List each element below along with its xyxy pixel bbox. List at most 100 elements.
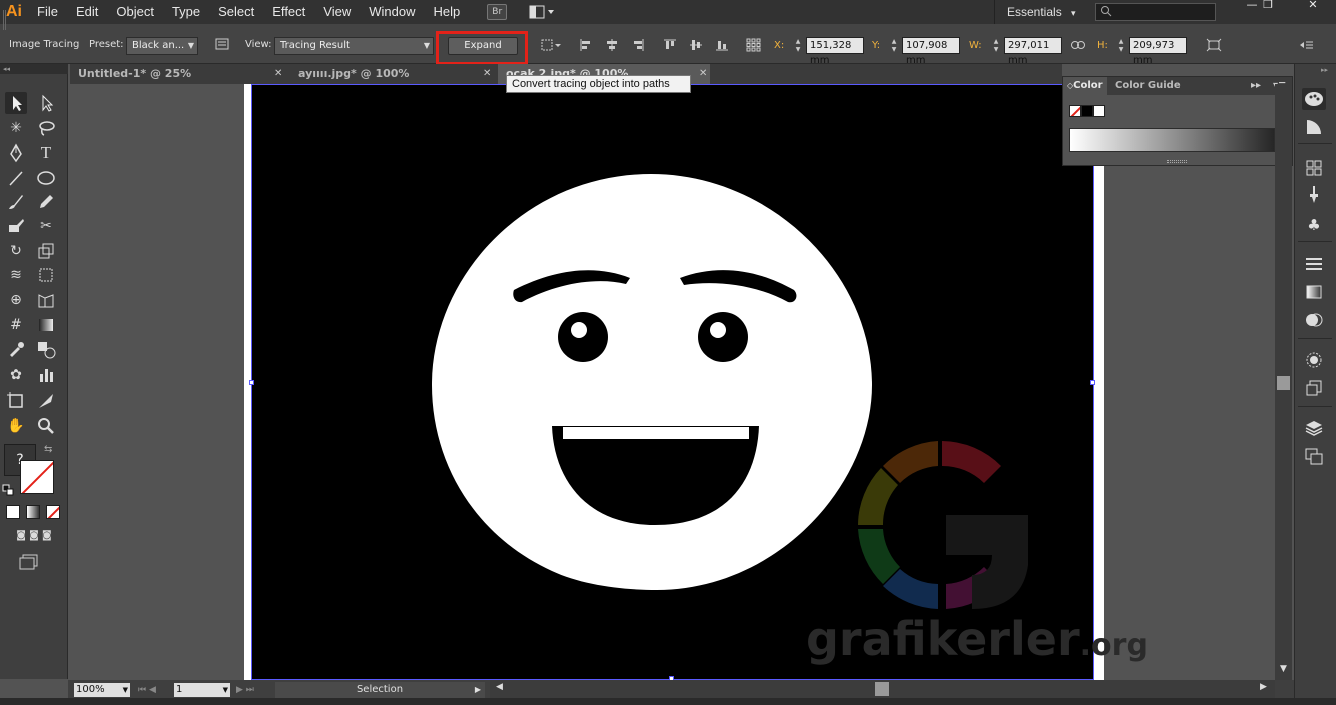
align-bottom-icon[interactable]: [714, 38, 730, 52]
y-stepper[interactable]: ▲ ▼: [889, 38, 899, 54]
h-stepper[interactable]: ▲ ▼: [1116, 38, 1126, 54]
menu-select[interactable]: Select: [209, 0, 263, 24]
swatches-icon[interactable]: [1302, 158, 1326, 180]
menu-window[interactable]: Window: [360, 0, 424, 24]
align-center-icon[interactable]: [604, 38, 620, 52]
color-guide-icon[interactable]: [1302, 116, 1326, 138]
free-transform-tool-icon[interactable]: [35, 264, 57, 286]
gradient-mode-icon[interactable]: [26, 505, 40, 519]
constrain-link-icon[interactable]: [1070, 38, 1086, 52]
pencil-tool-icon[interactable]: [35, 191, 57, 213]
menu-edit[interactable]: Edit: [67, 0, 107, 24]
shape-builder-tool-icon[interactable]: ⊕: [5, 289, 27, 311]
pen-tool-icon[interactable]: [5, 142, 27, 164]
graphic-styles-icon[interactable]: [1302, 378, 1326, 400]
scissors-tool-icon[interactable]: ✂: [35, 215, 57, 237]
default-colors-icon[interactable]: [2, 484, 14, 496]
bounding-box-handle[interactable]: [249, 380, 254, 385]
trace-panel-icon[interactable]: [214, 38, 230, 52]
blend-tool-icon[interactable]: [35, 338, 57, 360]
horizontal-scroll-thumb[interactable]: [875, 682, 889, 696]
stroke-swatch[interactable]: [20, 460, 54, 494]
bounding-box-handle[interactable]: [1090, 380, 1095, 385]
ellipse-tool-icon[interactable]: [35, 167, 57, 189]
restore-button[interactable]: ❐: [1253, 0, 1283, 12]
lasso-tool-icon[interactable]: [35, 117, 57, 139]
white-swatch[interactable]: [1093, 105, 1105, 117]
tab-close-icon[interactable]: ✕: [483, 64, 491, 84]
rotate-tool-icon[interactable]: ↻: [5, 240, 27, 262]
preset-dropdown[interactable]: Black an... ▼: [126, 37, 198, 55]
selection-tool-icon[interactable]: [5, 92, 27, 114]
menu-view[interactable]: View: [314, 0, 360, 24]
gradient-tool-icon[interactable]: [35, 314, 57, 336]
transform-icon[interactable]: [540, 38, 562, 52]
color-panel-icon[interactable]: [1302, 88, 1326, 110]
color-mode-icon[interactable]: [6, 505, 20, 519]
vertical-scroll-thumb[interactable]: [1277, 376, 1290, 390]
line-tool-icon[interactable]: [5, 167, 27, 189]
tab-color[interactable]: ◇Color: [1063, 77, 1107, 95]
drawing-modes-icon[interactable]: ◙ ◙ ◙: [4, 527, 64, 545]
tab-close-icon[interactable]: ✕: [699, 64, 707, 84]
magic-wand-tool-icon[interactable]: ✳: [5, 117, 27, 139]
w-field[interactable]: 297,011 mm: [1004, 37, 1062, 66]
mesh-tool-icon[interactable]: #: [5, 314, 27, 336]
artboard-tool-icon[interactable]: [5, 390, 27, 412]
menu-object[interactable]: Object: [107, 0, 163, 24]
zoom-field[interactable]: 100% ▼: [74, 683, 130, 697]
layers-icon[interactable]: [1302, 418, 1326, 440]
menu-type[interactable]: Type: [163, 0, 209, 24]
page-field[interactable]: 1 ▼: [174, 683, 230, 697]
none-swatch[interactable]: [1069, 105, 1081, 117]
align-right-icon[interactable]: [630, 38, 646, 52]
tab-ayiii[interactable]: ayıııı.jpg* @ 100% (RGB/Preview): [290, 64, 500, 100]
scroll-left-icon[interactable]: ◀: [496, 682, 506, 696]
menu-help[interactable]: Help: [424, 0, 469, 24]
arrange-documents-button[interactable]: [529, 4, 555, 20]
artboards-icon[interactable]: [1302, 446, 1326, 468]
search-input[interactable]: [1095, 3, 1216, 21]
screen-mode-icon[interactable]: [17, 552, 43, 572]
paintbrush-tool-icon[interactable]: [5, 191, 27, 213]
panel-menu-icon[interactable]: [1298, 38, 1314, 52]
tab-color-guide[interactable]: Color Guide: [1115, 77, 1181, 95]
menu-file[interactable]: File: [28, 0, 67, 24]
warp-tool-icon[interactable]: ≋: [5, 264, 27, 286]
swap-colors-icon[interactable]: ⇆: [44, 444, 58, 456]
traced-image[interactable]: [251, 84, 1094, 680]
menu-effect[interactable]: Effect: [263, 0, 314, 24]
artboard-nav-prev-icons[interactable]: ⏮ ◀: [138, 683, 174, 697]
type-tool-icon[interactable]: T: [35, 142, 57, 164]
zoom-tool-icon[interactable]: [35, 415, 57, 437]
slice-tool-icon[interactable]: [35, 390, 57, 412]
none-mode-icon[interactable]: [46, 505, 60, 519]
eyedropper-tool-icon[interactable]: [5, 338, 27, 360]
align-left-icon[interactable]: [578, 38, 594, 52]
align-top-icon[interactable]: [662, 38, 678, 52]
perspective-grid-tool-icon[interactable]: [35, 289, 57, 311]
blob-brush-tool-icon[interactable]: [5, 215, 27, 237]
tab-close-icon[interactable]: ✕: [274, 64, 282, 84]
x-stepper[interactable]: ▲ ▼: [793, 38, 803, 54]
color-spectrum-bar[interactable]: [1069, 128, 1275, 152]
y-field[interactable]: 107,908 mm: [902, 37, 960, 66]
panel-drag-handle[interactable]: [1167, 160, 1187, 163]
h-field[interactable]: 209,973 mm: [1129, 37, 1187, 66]
bridge-button[interactable]: Br: [487, 4, 508, 20]
direct-selection-tool-icon[interactable]: [35, 92, 57, 114]
align-middle-icon[interactable]: [688, 38, 704, 52]
dock-expand-icon[interactable]: ▸▸: [1321, 66, 1328, 74]
symbol-sprayer-tool-icon[interactable]: ✿: [5, 364, 27, 386]
view-dropdown[interactable]: Tracing Result ▼: [274, 37, 434, 55]
horizontal-scrollbar[interactable]: ◀ ▶: [490, 680, 1275, 698]
status-tool-field[interactable]: Selection ▶: [275, 682, 485, 698]
vertical-scrollbar[interactable]: ▼: [1275, 84, 1292, 680]
w-stepper[interactable]: ▲ ▼: [991, 38, 1001, 54]
hand-tool-icon[interactable]: ✋: [5, 415, 27, 437]
transparency-icon[interactable]: [1302, 310, 1326, 332]
appearance-icon[interactable]: [1302, 350, 1326, 372]
scroll-right-icon[interactable]: ▶: [1260, 682, 1270, 696]
x-field[interactable]: 151,328 mm: [806, 37, 864, 66]
workspace-switcher[interactable]: Essentials ▾: [994, 0, 1082, 24]
